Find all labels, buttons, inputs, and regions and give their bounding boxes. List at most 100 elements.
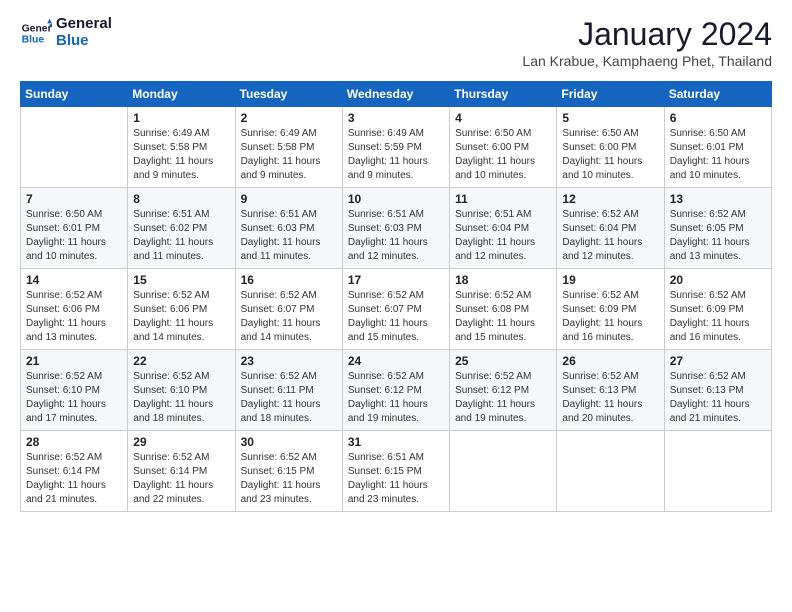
calendar-cell: 6Sunrise: 6:50 AMSunset: 6:01 PMDaylight… — [664, 107, 771, 188]
day-info: Sunrise: 6:52 AMSunset: 6:13 PMDaylight:… — [670, 370, 766, 426]
logo-blue: Blue — [56, 33, 112, 50]
day-info: Sunrise: 6:52 AMSunset: 6:12 PMDaylight:… — [455, 370, 551, 426]
day-number: 13 — [670, 192, 766, 206]
svg-text:General: General — [22, 23, 52, 34]
calendar-week-0: 1Sunrise: 6:49 AMSunset: 5:58 PMDaylight… — [21, 107, 772, 188]
title-block: January 2024 Lan Krabue, Kamphaeng Phet,… — [522, 16, 772, 69]
day-info: Sunrise: 6:51 AMSunset: 6:04 PMDaylight:… — [455, 208, 551, 264]
day-number: 9 — [241, 192, 337, 206]
day-info: Sunrise: 6:51 AMSunset: 6:15 PMDaylight:… — [348, 451, 444, 507]
month-title: January 2024 — [522, 16, 772, 53]
calendar-cell: 29 Sunrise: 6:52 AMSunset: 6:14 PMDayligh… — [128, 431, 235, 512]
day-info: Sunrise: 6:52 AMSunset: 6:06 PMDaylight:… — [133, 289, 229, 345]
day-info: Sunrise: 6:50 AMSunset: 6:00 PMDaylight:… — [455, 127, 551, 183]
calendar-cell: 9 Sunrise: 6:51 AMSunset: 6:03 PMDaylight… — [235, 188, 342, 269]
day-number: 3 — [348, 111, 444, 125]
day-number: 5 — [562, 111, 658, 125]
day-info: Sunrise: 6:52 AMSunset: 6:11 PMDaylight:… — [241, 370, 337, 426]
location-title: Lan Krabue, Kamphaeng Phet, Thailand — [522, 53, 772, 69]
day-info: Sunrise: 6:51 AMSunset: 6:02 PMDaylight:… — [133, 208, 229, 264]
header-cell-thursday: Thursday — [450, 82, 557, 107]
day-number: 11 — [455, 192, 551, 206]
day-info: Sunrise: 6:52 AMSunset: 6:10 PMDaylight:… — [26, 370, 122, 426]
calendar-cell: 24 Sunrise: 6:52 AMSunset: 6:12 PMDayligh… — [342, 350, 449, 431]
day-info: Sunrise: 6:52 AMSunset: 6:14 PMDaylight:… — [26, 451, 122, 507]
calendar-cell: 8 Sunrise: 6:51 AMSunset: 6:02 PMDaylight… — [128, 188, 235, 269]
calendar-cell: 20Sunrise: 6:52 AMSunset: 6:09 PMDayligh… — [664, 269, 771, 350]
day-info: Sunrise: 6:52 AMSunset: 6:08 PMDaylight:… — [455, 289, 551, 345]
calendar-cell — [557, 431, 664, 512]
calendar-cell: 5 Sunrise: 6:50 AMSunset: 6:00 PMDaylight… — [557, 107, 664, 188]
calendar-header-row: SundayMondayTuesdayWednesdayThursdayFrid… — [21, 82, 772, 107]
day-number: 15 — [133, 273, 229, 287]
logo-icon: General Blue — [20, 17, 52, 49]
day-info: Sunrise: 6:51 AMSunset: 6:03 PMDaylight:… — [241, 208, 337, 264]
calendar-week-2: 14 Sunrise: 6:52 AMSunset: 6:06 PMDayligh… — [21, 269, 772, 350]
day-number: 2 — [241, 111, 337, 125]
calendar-cell: 7 Sunrise: 6:50 AMSunset: 6:01 PMDaylight… — [21, 188, 128, 269]
day-info: Sunrise: 6:52 AMSunset: 6:10 PMDaylight:… — [133, 370, 229, 426]
calendar-cell: 18 Sunrise: 6:52 AMSunset: 6:08 PMDayligh… — [450, 269, 557, 350]
header-cell-tuesday: Tuesday — [235, 82, 342, 107]
calendar-cell: 13 Sunrise: 6:52 AMSunset: 6:05 PMDayligh… — [664, 188, 771, 269]
day-info: Sunrise: 6:52 AMSunset: 6:15 PMDaylight:… — [241, 451, 337, 507]
day-number: 14 — [26, 273, 122, 287]
calendar-cell — [450, 431, 557, 512]
calendar-cell: 2Sunrise: 6:49 AMSunset: 5:58 PMDaylight… — [235, 107, 342, 188]
calendar-week-1: 7 Sunrise: 6:50 AMSunset: 6:01 PMDaylight… — [21, 188, 772, 269]
calendar-table: SundayMondayTuesdayWednesdayThursdayFrid… — [20, 81, 772, 512]
day-number: 10 — [348, 192, 444, 206]
day-number: 22 — [133, 354, 229, 368]
calendar-cell: 16 Sunrise: 6:52 AMSunset: 6:07 PMDayligh… — [235, 269, 342, 350]
day-info: Sunrise: 6:52 AMSunset: 6:07 PMDaylight:… — [241, 289, 337, 345]
day-info: Sunrise: 6:49 AMSunset: 5:58 PMDaylight:… — [133, 127, 229, 183]
page-header: General Blue General Blue January 2024 L… — [20, 16, 772, 69]
day-info: Sunrise: 6:50 AMSunset: 6:01 PMDaylight:… — [26, 208, 122, 264]
day-number: 12 — [562, 192, 658, 206]
day-info: Sunrise: 6:50 AMSunset: 6:00 PMDaylight:… — [562, 127, 658, 183]
header-cell-wednesday: Wednesday — [342, 82, 449, 107]
day-number: 16 — [241, 273, 337, 287]
calendar-body: 1Sunrise: 6:49 AMSunset: 5:58 PMDaylight… — [21, 107, 772, 512]
day-info: Sunrise: 6:52 AMSunset: 6:14 PMDaylight:… — [133, 451, 229, 507]
calendar-cell — [21, 107, 128, 188]
header-cell-friday: Friday — [557, 82, 664, 107]
day-number: 27 — [670, 354, 766, 368]
day-info: Sunrise: 6:50 AMSunset: 6:01 PMDaylight:… — [670, 127, 766, 183]
calendar-cell: 27 Sunrise: 6:52 AMSunset: 6:13 PMDayligh… — [664, 350, 771, 431]
calendar-cell: 26 Sunrise: 6:52 AMSunset: 6:13 PMDayligh… — [557, 350, 664, 431]
calendar-cell: 25 Sunrise: 6:52 AMSunset: 6:12 PMDayligh… — [450, 350, 557, 431]
day-info: Sunrise: 6:52 AMSunset: 6:09 PMDaylight:… — [562, 289, 658, 345]
day-number: 8 — [133, 192, 229, 206]
day-number: 18 — [455, 273, 551, 287]
day-info: Sunrise: 6:52 AMSunset: 6:12 PMDaylight:… — [348, 370, 444, 426]
logo-general: General — [56, 16, 112, 33]
day-number: 17 — [348, 273, 444, 287]
svg-text:Blue: Blue — [22, 34, 45, 45]
day-number: 26 — [562, 354, 658, 368]
day-info: Sunrise: 6:52 AMSunset: 6:13 PMDaylight:… — [562, 370, 658, 426]
day-number: 31 — [348, 435, 444, 449]
day-info: Sunrise: 6:52 AMSunset: 6:06 PMDaylight:… — [26, 289, 122, 345]
day-number: 28 — [26, 435, 122, 449]
day-info: Sunrise: 6:52 AMSunset: 6:05 PMDaylight:… — [670, 208, 766, 264]
day-number: 7 — [26, 192, 122, 206]
day-number: 29 — [133, 435, 229, 449]
calendar-cell: 12 Sunrise: 6:52 AMSunset: 6:04 PMDayligh… — [557, 188, 664, 269]
calendar-cell: 4Sunrise: 6:50 AMSunset: 6:00 PMDaylight… — [450, 107, 557, 188]
calendar-cell: 28 Sunrise: 6:52 AMSunset: 6:14 PMDayligh… — [21, 431, 128, 512]
day-number: 23 — [241, 354, 337, 368]
day-number: 25 — [455, 354, 551, 368]
day-number: 30 — [241, 435, 337, 449]
calendar-week-3: 21Sunrise: 6:52 AMSunset: 6:10 PMDayligh… — [21, 350, 772, 431]
logo: General Blue General Blue — [20, 16, 112, 49]
calendar-cell: 21Sunrise: 6:52 AMSunset: 6:10 PMDayligh… — [21, 350, 128, 431]
calendar-cell: 17Sunrise: 6:52 AMSunset: 6:07 PMDayligh… — [342, 269, 449, 350]
calendar-cell: 11 Sunrise: 6:51 AMSunset: 6:04 PMDayligh… — [450, 188, 557, 269]
day-info: Sunrise: 6:51 AMSunset: 6:03 PMDaylight:… — [348, 208, 444, 264]
header-cell-sunday: Sunday — [21, 82, 128, 107]
day-info: Sunrise: 6:52 AMSunset: 6:04 PMDaylight:… — [562, 208, 658, 264]
calendar-cell: 30 Sunrise: 6:52 AMSunset: 6:15 PMDayligh… — [235, 431, 342, 512]
day-number: 24 — [348, 354, 444, 368]
day-number: 19 — [562, 273, 658, 287]
